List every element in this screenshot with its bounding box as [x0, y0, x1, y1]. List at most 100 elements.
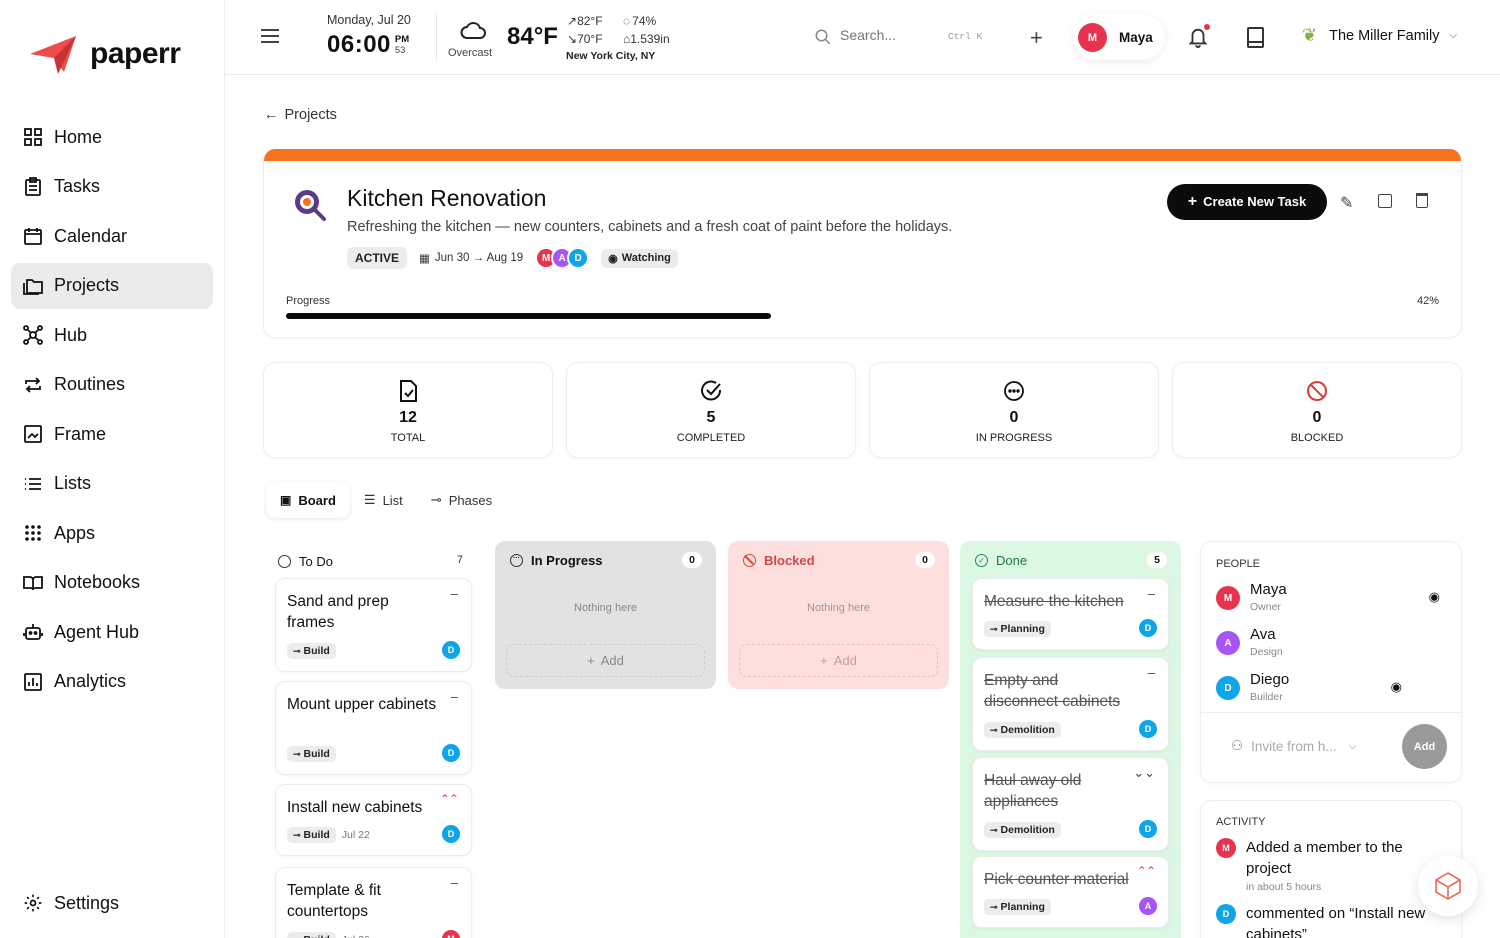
create-task-button[interactable]: + Create New Task — [1167, 184, 1327, 220]
user-chip[interactable]: M Maya — [1073, 14, 1165, 60]
avatar: D — [442, 744, 460, 762]
phase-icon: ⊸ — [293, 748, 301, 759]
task-card[interactable]: Pick counter material ⌃⌃ ⊸ Planning A — [972, 856, 1169, 928]
archive-icon[interactable] — [1378, 194, 1392, 208]
cloud-icon — [460, 22, 486, 39]
tablet-icon[interactable] — [1247, 27, 1264, 48]
sidebar-item-projects[interactable]: Projects — [11, 262, 213, 309]
sidebar-item-label: Home — [54, 126, 103, 147]
create-task-label: Create New Task — [1203, 194, 1307, 209]
avatar: D — [1216, 676, 1240, 700]
sidebar-item-apps[interactable]: Apps — [11, 510, 213, 556]
project-description: Refreshing the kitchen — new counters, c… — [347, 219, 953, 235]
task-card[interactable]: Haul away old appliances ⌄⌄ ⊸ Demolition D — [972, 757, 1169, 851]
activity-heading: ACTIVITY — [1216, 816, 1266, 828]
sidebar-item-calendar[interactable]: Calendar — [11, 213, 213, 259]
eye-icon: ◉ — [608, 252, 618, 265]
empty-label: Nothing here — [807, 602, 870, 614]
sidebar-item-agent-hub[interactable]: Agent Hub — [11, 609, 213, 655]
menu-icon[interactable] — [261, 29, 279, 43]
sidebar-item-notebooks[interactable]: Notebooks — [11, 560, 213, 606]
stat-label: BLOCKED — [1290, 432, 1344, 444]
sidebar-item-label: Calendar — [54, 225, 128, 246]
activity-item: Dcommented on “Install new cabinets” — [1216, 903, 1446, 938]
stat-label: COMPLETED — [676, 432, 746, 444]
task-meta: ⊸ Planning — [984, 621, 1051, 637]
priority-none-icon: – — [450, 875, 458, 890]
priority-none-icon: – — [450, 586, 458, 601]
seconds-label: 53 — [394, 45, 406, 56]
dots-circle-icon: ··· — [510, 554, 523, 567]
sidebar-item-label: Notebooks — [54, 572, 141, 592]
due-date: Jul 26 — [342, 934, 370, 938]
sidebar-item-tasks[interactable]: Tasks — [11, 164, 213, 210]
weather-location: New York City, NY — [566, 50, 656, 62]
sidebar-item-label: Analytics — [54, 671, 127, 691]
family-switcher[interactable]: ❦ The Miller Family ⌵ — [1302, 25, 1457, 46]
activity-item: M Added a member to the project in about 5… — [1216, 837, 1446, 893]
time-label: 06:00 — [327, 31, 391, 58]
phase-badge: ⊸Build — [287, 932, 336, 938]
bell-icon[interactable] — [1187, 24, 1210, 54]
invite-select[interactable]: ⚇ Invite from h... ⌵ — [1231, 738, 1371, 754]
column-blocked: Blocked 0 Nothing here + Add — [728, 541, 949, 689]
member-stack[interactable]: MAD — [535, 247, 590, 269]
tab-list[interactable]: ☰ List — [350, 482, 417, 518]
add-icon[interactable]: + — [1030, 25, 1043, 51]
sidebar-item-label: Projects — [54, 275, 120, 295]
task-card[interactable]: Mount upper cabinets – ⊸ Build D — [275, 681, 472, 775]
sidebar-item-analytics[interactable]: Analytics — [11, 659, 213, 705]
folders-icon — [23, 276, 43, 296]
assistant-button[interactable] — [1418, 856, 1478, 916]
sidebar-item-routines[interactable]: Routines — [11, 362, 213, 408]
task-card[interactable]: Install new cabinets ⌃⌃ ⊸ Build Jul 22 D — [275, 784, 472, 856]
add-member-button[interactable]: Add — [1402, 724, 1447, 769]
add-label: Add — [600, 653, 624, 668]
avatar: M — [442, 930, 460, 938]
avatar: A — [1139, 897, 1157, 915]
task-card[interactable]: Template & fit countertops – ⊸Build Jul 26 M — [275, 867, 472, 938]
sidebar-item-hub[interactable]: Hub — [11, 312, 213, 358]
check-circle-icon: ✓ — [975, 554, 988, 567]
person-row[interactable]: M Maya Owner ◉ — [1216, 581, 1448, 621]
trash-icon[interactable] — [1416, 193, 1428, 208]
phase-badge: ⊸ Planning — [984, 621, 1051, 637]
edit-icon[interactable]: ✎ — [1340, 193, 1353, 213]
tab-board[interactable]: ▣ Board — [266, 482, 350, 518]
circle-icon — [278, 555, 291, 568]
tab-phases[interactable]: ⊸ Phases — [417, 482, 506, 518]
stat-value: 0 — [1009, 409, 1019, 426]
task-card[interactable]: Empty and disconnect cabinets – ⊸ Demolitio… — [972, 657, 1169, 751]
person-row[interactable]: A Ava Design — [1216, 626, 1448, 666]
task-card[interactable]: Sand and prep frames – ⊸ Build D — [275, 578, 472, 672]
back-link[interactable]: ← Projects — [264, 107, 337, 123]
search-box[interactable]: Ctrl K — [812, 26, 992, 50]
sidebar: paperr Home Tasks Calendar Projects Hub Routi… — [0, 0, 225, 938]
task-title: Install new cabinets — [287, 799, 423, 816]
board-icon: ▣ — [280, 493, 292, 507]
chevron-down-icon: ⌵ — [1348, 740, 1357, 752]
sidebar-item-lists[interactable]: Lists — [11, 461, 213, 507]
brand-name: paperr — [90, 37, 181, 70]
person-role: Design — [1250, 646, 1283, 658]
search-input[interactable] — [840, 27, 920, 43]
stat-card-completed: 5 COMPLETED — [566, 362, 856, 458]
eye-icon[interactable]: ◉ — [1429, 589, 1440, 605]
sidebar-item-frame[interactable]: Frame — [11, 411, 213, 457]
eye-icon[interactable]: ◉ — [1391, 679, 1402, 695]
phase-icon: ⊸ — [293, 829, 301, 840]
leaf-icon: ❦ — [1302, 25, 1318, 45]
person-row[interactable]: D Diego Builder ◉ — [1216, 671, 1448, 711]
task-card[interactable]: Measure the kitchen – ⊸ Planning D — [972, 578, 1169, 650]
sidebar-item-label: Apps — [54, 522, 96, 543]
task-title: Empty and disconnect cabinets — [984, 672, 1121, 710]
add-task-button[interactable]: + Add — [739, 644, 938, 677]
stat-value: 12 — [399, 409, 417, 426]
logo[interactable]: paperr — [28, 34, 181, 74]
task-title: Sand and prep frames — [287, 593, 389, 631]
sidebar-item-settings[interactable]: Settings — [11, 880, 213, 926]
sidebar-item-home[interactable]: Home — [11, 114, 213, 160]
main-content: ← Projects Kitchen Renovation Refreshing… — [225, 75, 1500, 938]
watching-badge[interactable]: ◉ Watching — [601, 248, 678, 268]
add-task-button[interactable]: + Add — [506, 644, 705, 677]
